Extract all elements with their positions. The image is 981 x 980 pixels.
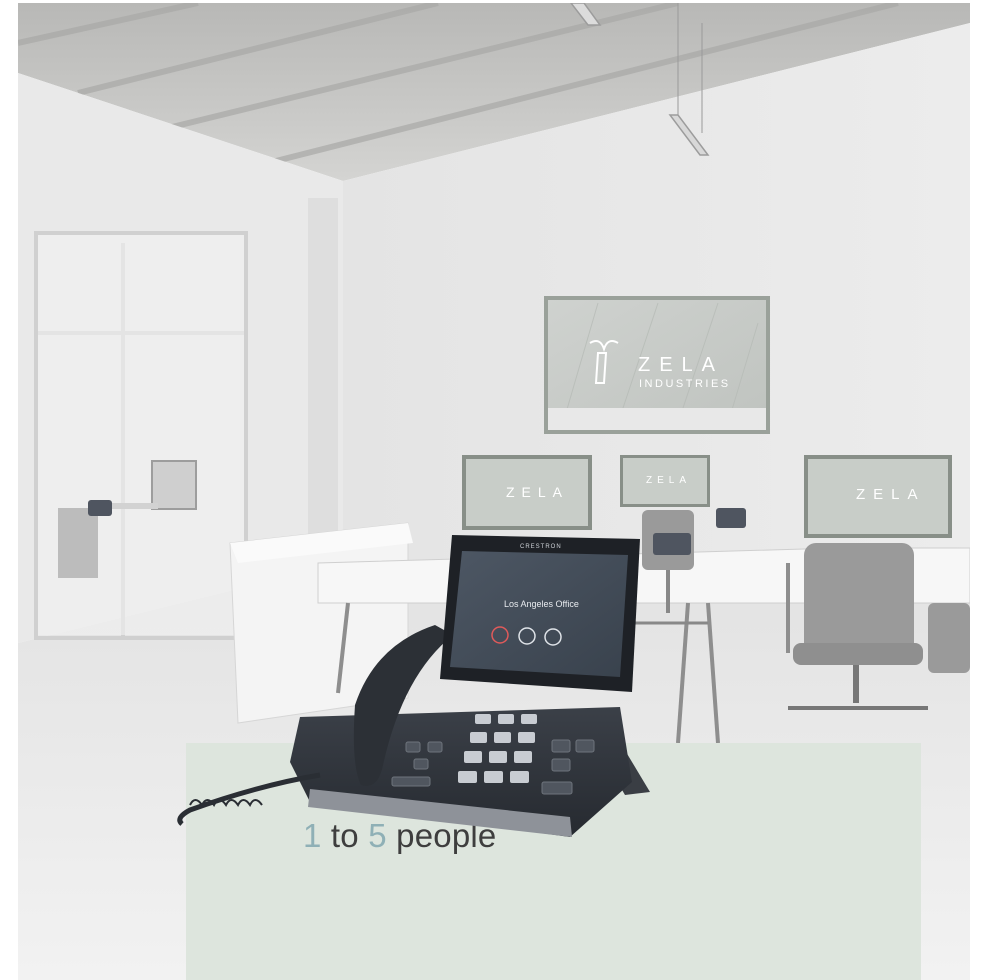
desk-phone: CRESTRON Los Angeles Office [170, 527, 660, 847]
svg-text:ZELA: ZELA [506, 484, 569, 500]
phone-brand-text: CRESTRON [520, 544, 562, 550]
tv-brand-text: ZELA [638, 354, 724, 376]
phone-screen-location: Los Angeles Office [504, 599, 579, 609]
svg-text:ZELA: ZELA [646, 475, 691, 486]
svg-text:ZELA: ZELA [856, 486, 926, 503]
tv-brand-subtext: INDUSTRIES [639, 378, 731, 390]
